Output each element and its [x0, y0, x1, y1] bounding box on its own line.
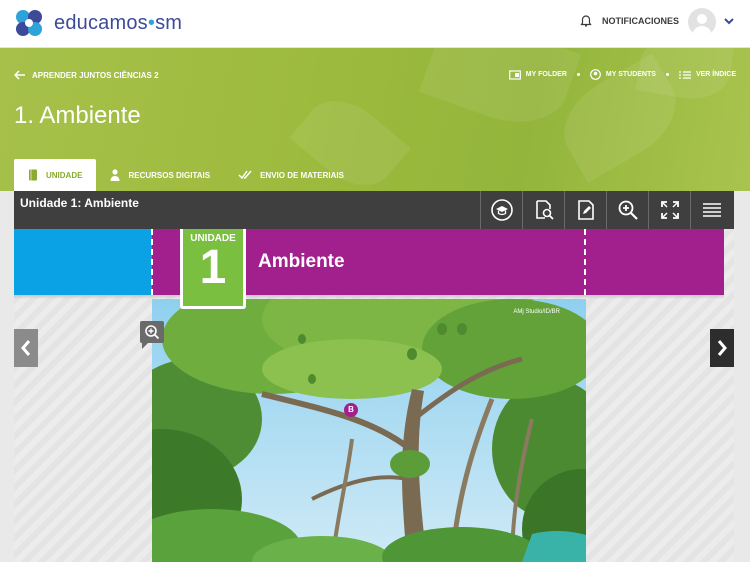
list-icon [678, 70, 691, 79]
separator-dot [576, 73, 580, 76]
unit-number-badge: UNIDADE 1 [180, 229, 246, 309]
next-page-button[interactable] [710, 329, 734, 367]
chevron-right-icon [717, 340, 727, 356]
unit-tabs: UNIDADE RECURSOS DIGITAIS ENVIO DE MATER… [14, 159, 358, 191]
arrow-left-icon [14, 70, 25, 80]
book-icon [29, 169, 37, 181]
teacher-mode-button[interactable] [480, 191, 522, 229]
tab-unidade-label: UNIDADE [46, 170, 83, 180]
person-icon [110, 169, 120, 181]
tab-unidade[interactable]: UNIDADE [14, 159, 97, 191]
notifications-label: NOTIFICACIONES [602, 16, 680, 26]
brand-dot: • [147, 12, 156, 34]
my-folder-button[interactable]: MY FOLDER [508, 69, 567, 80]
forest-illustration [152, 299, 586, 562]
folder-icon [508, 69, 521, 80]
educamos-logo-icon[interactable] [14, 8, 44, 38]
book-toolbar: Unidade 1: Ambiente [14, 191, 734, 229]
page-title: 1. Ambiente [14, 102, 141, 129]
edit-page-button[interactable] [564, 191, 606, 229]
unit-band-left [14, 229, 152, 295]
book-title: Unidade 1: Ambiente [20, 196, 139, 210]
double-check-icon [238, 170, 252, 180]
tab-envio-de-materiais-label: ENVIO DE MATERIAIS [260, 170, 344, 180]
brand-name: educamos•sm [54, 12, 182, 35]
back-link[interactable]: APRENDER JUNTOS CIÊNCIAS 2 [14, 70, 159, 80]
hotspot-marker[interactable]: B [344, 403, 358, 417]
header-tools: MY FOLDER MY STUDENTS VER ÍNDICE [508, 69, 736, 80]
edit-page-icon [577, 200, 594, 220]
zoom-in-icon [145, 325, 160, 340]
unit-name: Ambiente [258, 251, 345, 272]
hamburger-icon [702, 203, 721, 217]
user-placeholder-icon [692, 14, 712, 36]
zoom-in-button[interactable] [606, 191, 648, 229]
book-viewer: AMj Studio/ID/BR B UNIDADE 1 Ambiente [14, 229, 734, 562]
menu-button[interactable] [690, 191, 732, 229]
students-icon [589, 69, 601, 80]
my-students-label: MY STUDENTS [605, 71, 656, 78]
notifications-button[interactable]: NOTIFICACIONES [580, 15, 679, 27]
tab-recursos-digitais-label: RECURSOS DIGITAIS [128, 170, 211, 180]
tab-recursos-digitais[interactable]: RECURSOS DIGITAIS [96, 159, 224, 191]
back-link-label: APRENDER JUNTOS CIÊNCIAS 2 [32, 70, 159, 80]
previous-page-button[interactable] [14, 329, 38, 367]
my-students-button[interactable]: MY STUDENTS [589, 69, 656, 80]
zoom-hotspot-button[interactable] [140, 321, 164, 349]
brand-text: educamos [54, 12, 148, 34]
avatar[interactable] [688, 8, 716, 36]
my-folder-label: MY FOLDER [525, 71, 567, 78]
zoom-in-icon [618, 200, 638, 220]
separator-dot [665, 73, 669, 76]
leaf-decoration [418, 48, 582, 140]
top-bar: educamos•sm NOTIFICACIONES [0, 0, 750, 48]
unit-header: APRENDER JUNTOS CIÊNCIAS 2 MY FOLDER MY … [0, 48, 750, 191]
brand-suffix: sm [155, 12, 183, 34]
tab-envio-de-materiais[interactable]: ENVIO DE MATERIAIS [224, 159, 358, 191]
chevron-down-icon[interactable] [723, 16, 735, 26]
search-page-button[interactable] [522, 191, 564, 229]
bell-icon [580, 15, 592, 27]
page-fold-line [151, 229, 153, 295]
graduation-cap-icon [490, 199, 513, 221]
page-fold-line [584, 229, 586, 295]
fullscreen-icon [660, 201, 679, 219]
book-page[interactable]: AMj Studio/ID/BR B [152, 299, 586, 562]
ver-indice-label: VER ÍNDICE [695, 71, 736, 78]
fullscreen-button[interactable] [648, 191, 690, 229]
chevron-left-icon [21, 340, 31, 356]
image-credit: AMj Studio/ID/BR [513, 309, 560, 315]
ver-indice-button[interactable]: VER ÍNDICE [678, 70, 736, 80]
unit-number: 1 [199, 241, 227, 294]
page-search-icon [535, 200, 554, 220]
